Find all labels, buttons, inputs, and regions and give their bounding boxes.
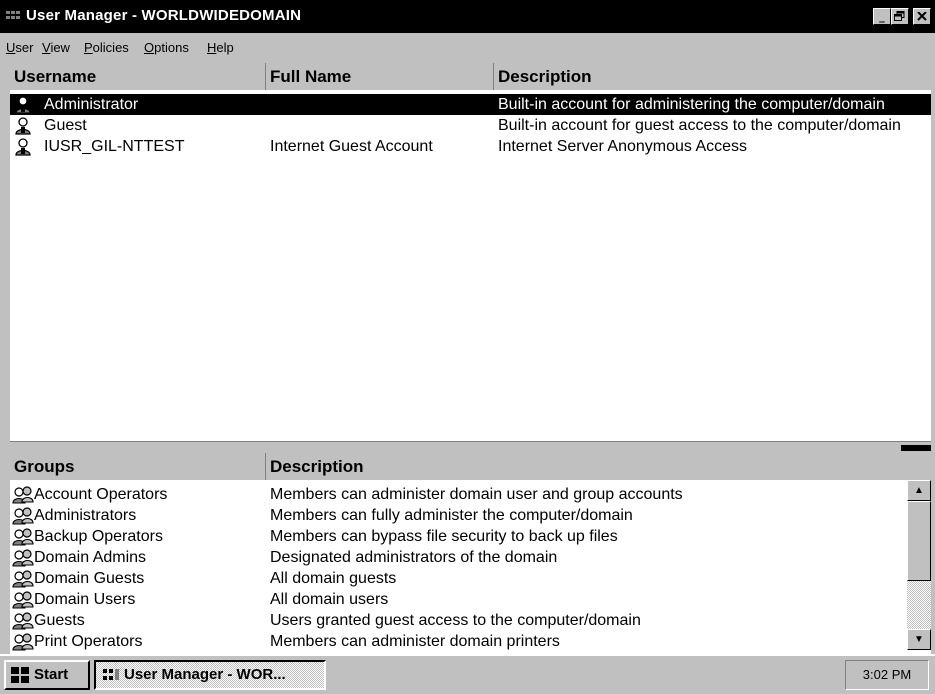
- group-name-cell: Domain Guests: [34, 570, 145, 587]
- start-label: Start: [34, 666, 69, 683]
- group-row[interactable]: Domain Admins Designated administrators o…: [10, 547, 907, 568]
- groups-header: Groups Description: [10, 453, 931, 480]
- user-icon: [14, 96, 32, 114]
- group-description-cell: Members can administer domain user and g…: [270, 486, 683, 503]
- clock[interactable]: 3:02 PM: [863, 667, 911, 682]
- full-name-cell: Internet Guest Account: [270, 138, 433, 155]
- group-row[interactable]: Account Operators Members can administer …: [10, 484, 907, 505]
- group-icon: [12, 528, 34, 546]
- menu-user[interactable]: User: [6, 40, 33, 55]
- scroll-thumb[interactable]: [907, 501, 931, 581]
- group-description-cell: Designated administrators of the domain: [270, 549, 558, 566]
- group-description-cell: Users granted guest access to the comput…: [270, 612, 641, 629]
- scroll-down-button[interactable]: ▼: [907, 629, 931, 650]
- group-name-cell: Domain Admins: [34, 549, 147, 566]
- column-username[interactable]: Username: [10, 63, 266, 90]
- username-cell: Guest: [44, 117, 87, 134]
- menu-policies[interactable]: Policies: [84, 40, 129, 55]
- column-description[interactable]: Description: [494, 63, 931, 90]
- user-row[interactable]: Guest Built-in account for guest access t…: [10, 115, 931, 136]
- group-description-cell: Members can fully administer the compute…: [270, 507, 633, 524]
- users-header: Username Full Name Description: [10, 63, 931, 90]
- menu-bar: User View Policies Options Help: [0, 33, 935, 63]
- group-icon: [12, 591, 34, 609]
- restore-button[interactable]: [891, 8, 909, 25]
- description-cell: Internet Server Anonymous Access: [498, 138, 748, 155]
- window-title: User Manager - WORLDWIDEDOMAIN: [26, 7, 302, 24]
- user-row[interactable]: IUSR_GIL-NTTEST Internet Guest Account Int…: [10, 136, 931, 157]
- username-cell: IUSR_GIL-NTTEST: [44, 138, 185, 155]
- user-row[interactable]: Administrator Built-in account for admini…: [10, 94, 931, 115]
- group-description-cell: Members can administer domain printers: [270, 633, 560, 650]
- group-row[interactable]: Domain Users All domain users: [10, 589, 907, 610]
- group-name-cell: Account Operators: [34, 486, 168, 503]
- pane-splitter[interactable]: [10, 441, 931, 451]
- scroll-up-button[interactable]: ▲: [907, 480, 931, 501]
- group-row[interactable]: Print Operators Members can administer do…: [10, 631, 907, 652]
- group-row[interactable]: Administrators Members can fully administ…: [10, 505, 907, 526]
- group-name-cell: Guests: [34, 612, 85, 629]
- restore-icon: [894, 11, 905, 21]
- menu-options[interactable]: Options: [144, 40, 189, 55]
- group-icon: [12, 633, 34, 651]
- taskbar: Start User Manager - WOR... 3:02 PM: [0, 654, 935, 694]
- menu-help[interactable]: Help: [207, 40, 234, 55]
- close-icon: [917, 11, 927, 21]
- group-icon: [12, 486, 34, 504]
- start-button[interactable]: Start: [4, 660, 90, 690]
- group-icon: [12, 570, 34, 588]
- close-button[interactable]: [913, 8, 931, 25]
- users-list[interactable]: Username Full Name Description Administr…: [10, 63, 931, 441]
- column-group-description[interactable]: Description: [266, 453, 931, 480]
- group-name-cell: Administrators: [34, 507, 137, 524]
- group-icon: [12, 549, 34, 567]
- group-description-cell: All domain users: [270, 591, 389, 608]
- task-label: User Manager - WOR...: [124, 666, 286, 683]
- groups-scrollbar[interactable]: ▲ ▼: [907, 480, 931, 650]
- group-row[interactable]: Guests Users granted guest access to the …: [10, 610, 907, 631]
- description-cell: Built-in account for administering the c…: [498, 96, 885, 113]
- username-cell: Administrator: [44, 96, 139, 113]
- scroll-track[interactable]: [907, 581, 931, 629]
- app-icon: [103, 669, 119, 680]
- menu-view[interactable]: View: [42, 40, 70, 55]
- group-description-cell: Members can bypass file security to back…: [270, 528, 618, 545]
- title-bar[interactable]: User Manager - WORLDWIDEDOMAIN _: [0, 0, 935, 33]
- taskbar-user-manager-button[interactable]: User Manager - WOR...: [94, 660, 326, 690]
- group-name-cell: Domain Users: [34, 591, 136, 608]
- groups-list[interactable]: Groups Description Account Operators Memb…: [10, 453, 931, 654]
- description-cell: Built-in account for guest access to the…: [498, 117, 901, 134]
- group-icon: [12, 507, 34, 525]
- app-icon: [6, 11, 20, 19]
- group-description-cell: All domain guests: [270, 570, 397, 587]
- group-name-cell: Backup Operators: [34, 528, 163, 545]
- user-icon: [14, 117, 32, 135]
- group-name-cell: Print Operators: [34, 633, 143, 650]
- system-tray: 3:02 PM: [845, 660, 929, 690]
- windows-logo-icon: [11, 667, 29, 683]
- minimize-button[interactable]: _: [873, 8, 891, 25]
- group-row[interactable]: Domain Guests All domain guests: [10, 568, 907, 589]
- user-icon: [14, 138, 32, 156]
- group-icon: [12, 612, 34, 630]
- group-row[interactable]: Backup Operators Members can bypass file …: [10, 526, 907, 547]
- column-full-name[interactable]: Full Name: [266, 63, 494, 90]
- column-groups[interactable]: Groups: [10, 453, 266, 480]
